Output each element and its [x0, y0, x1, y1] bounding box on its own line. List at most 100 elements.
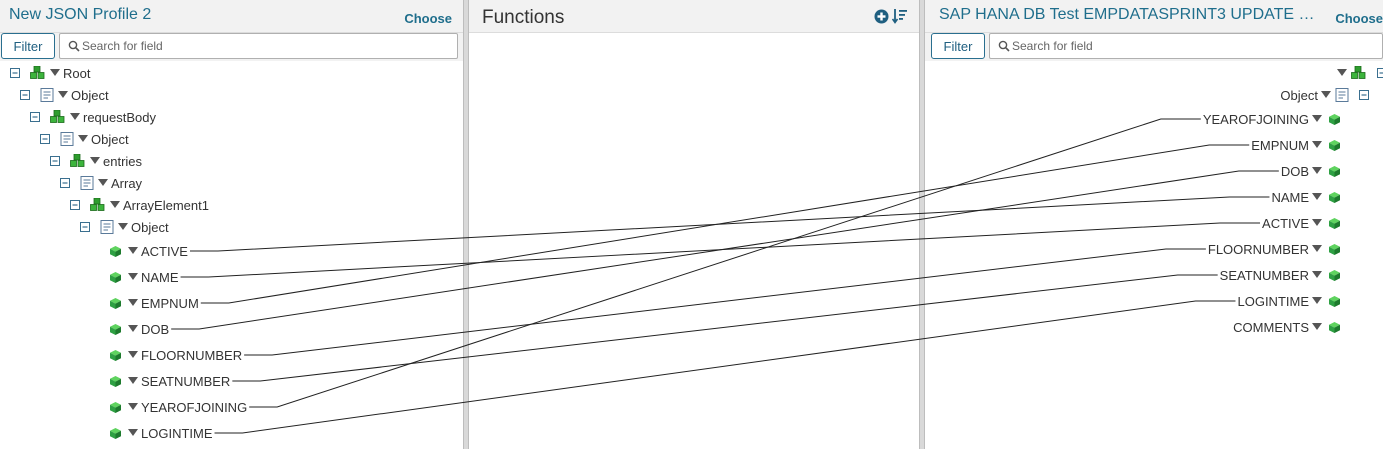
dropdown-arrow-icon[interactable] [70, 113, 80, 121]
destination-profile-panel: SAP HANA DB Test EMPDATASPRINT3 UPDATE R… [925, 0, 1383, 449]
group-icon [30, 66, 45, 79]
tree-node[interactable]: ArrayElement1 [70, 196, 209, 214]
source-field[interactable]: FLOORNUMBER [110, 346, 242, 364]
source-field[interactable]: SEATNUMBER [110, 372, 230, 390]
collapse-icon[interactable] [1377, 68, 1383, 78]
destination-field[interactable]: LOGINTIME [1237, 292, 1340, 310]
dropdown-arrow-icon[interactable] [1312, 323, 1322, 331]
collapse-icon[interactable] [10, 68, 20, 78]
collapse-icon[interactable] [80, 222, 90, 232]
destination-search-input[interactable] [1012, 36, 1372, 56]
node-label: ACTIVE [141, 243, 188, 259]
collapse-icon[interactable] [40, 134, 50, 144]
functions-header: Functions [469, 0, 919, 33]
destination-field[interactable]: EMPNUM [1251, 136, 1340, 154]
source-search-box[interactable] [59, 33, 458, 59]
group-icon [90, 198, 105, 211]
field-icon [1329, 113, 1340, 125]
tree-node[interactable]: Object [20, 86, 109, 104]
field-icon [1329, 165, 1340, 177]
functions-title: Functions [482, 7, 565, 28]
node-label: NAME [141, 269, 179, 285]
dropdown-arrow-icon[interactable] [90, 157, 100, 165]
collapse-icon[interactable] [50, 156, 60, 166]
dropdown-arrow-icon[interactable] [1312, 167, 1322, 175]
destination-field[interactable]: NAME [1271, 188, 1340, 206]
dropdown-arrow-icon[interactable] [1312, 115, 1322, 123]
destination-field[interactable]: FLOORNUMBER [1208, 240, 1340, 258]
node-label: entries [103, 153, 143, 169]
field-icon [110, 427, 121, 439]
dropdown-arrow-icon[interactable] [128, 325, 138, 333]
dropdown-arrow-icon[interactable] [1321, 91, 1331, 99]
tree-node[interactable]: Array [60, 174, 142, 192]
destination-field[interactable]: DOB [1281, 162, 1340, 180]
dropdown-arrow-icon[interactable] [1312, 219, 1322, 227]
tree-node[interactable]: Object [80, 218, 169, 236]
tree-node[interactable]: Object [40, 130, 129, 148]
dropdown-arrow-icon[interactable] [128, 273, 138, 281]
dropdown-arrow-icon[interactable] [1312, 271, 1322, 279]
field-icon [110, 271, 121, 283]
group-icon [50, 110, 65, 123]
tree-node[interactable]: Object [1280, 86, 1369, 104]
dropdown-arrow-icon[interactable] [1312, 193, 1322, 201]
node-label: YEAROFJOINING [1202, 111, 1309, 127]
dropdown-arrow-icon[interactable] [110, 201, 120, 209]
source-field[interactable]: LOGINTIME [110, 424, 213, 442]
destination-header: SAP HANA DB Test EMPDATASPRINT3 UPDATE R… [925, 0, 1383, 33]
destination-field[interactable]: YEAROFJOINING [1203, 110, 1340, 128]
tree-node[interactable]: requestBody [30, 108, 156, 126]
destination-choose-link[interactable]: Choose [1335, 11, 1383, 26]
collapse-icon[interactable] [20, 90, 30, 100]
destination-field[interactable]: SEATNUMBER [1220, 266, 1340, 284]
source-profile-panel: New JSON Profile 2 Choose Filter Root Obj… [0, 0, 463, 449]
sort-icon[interactable] [892, 8, 908, 24]
node-label: COMMENTS [1233, 319, 1309, 335]
dropdown-arrow-icon[interactable] [1337, 69, 1347, 77]
destination-field[interactable]: COMMENTS [1233, 318, 1340, 336]
source-field[interactable]: EMPNUM [110, 294, 199, 312]
destination-field[interactable]: ACTIVE [1262, 214, 1340, 232]
dropdown-arrow-icon[interactable] [58, 91, 68, 99]
tree-node[interactable]: Root [10, 64, 90, 82]
node-label: Object [131, 219, 169, 235]
source-field[interactable]: NAME [110, 268, 179, 286]
tree-node[interactable]: entries [50, 152, 142, 170]
destination-filter-button[interactable]: Filter [931, 33, 985, 59]
destination-root-node[interactable] [1337, 64, 1383, 82]
field-icon [1329, 217, 1340, 229]
dropdown-arrow-icon[interactable] [50, 69, 60, 77]
field-icon [1329, 321, 1340, 333]
node-label: Array [111, 175, 143, 191]
collapse-icon[interactable] [60, 178, 70, 188]
destination-profile-title: SAP HANA DB Test EMPDATASPRINT3 UPDATE R… [939, 6, 1324, 23]
source-filter-bar: Filter [0, 33, 463, 61]
node-label: ArrayElement1 [123, 197, 209, 213]
dropdown-arrow-icon[interactable] [118, 223, 128, 231]
source-choose-link[interactable]: Choose [404, 11, 452, 26]
dropdown-arrow-icon[interactable] [1312, 141, 1322, 149]
dropdown-arrow-icon[interactable] [128, 299, 138, 307]
destination-search-box[interactable] [989, 33, 1383, 59]
dropdown-arrow-icon[interactable] [78, 135, 88, 143]
collapse-icon[interactable] [30, 112, 40, 122]
dropdown-arrow-icon[interactable] [128, 351, 138, 359]
dropdown-arrow-icon[interactable] [128, 403, 138, 411]
source-field[interactable]: ACTIVE [110, 242, 188, 260]
collapse-icon[interactable] [70, 200, 80, 210]
source-search-input[interactable] [82, 36, 442, 56]
dropdown-arrow-icon[interactable] [128, 429, 138, 437]
collapse-icon[interactable] [1359, 90, 1369, 100]
dropdown-arrow-icon[interactable] [1312, 297, 1322, 305]
dropdown-arrow-icon[interactable] [98, 179, 108, 187]
object-icon [60, 132, 74, 146]
dropdown-arrow-icon[interactable] [128, 377, 138, 385]
source-field[interactable]: DOB [110, 320, 169, 338]
add-function-icon[interactable] [874, 9, 889, 24]
dropdown-arrow-icon[interactable] [128, 247, 138, 255]
dropdown-arrow-icon[interactable] [1312, 245, 1322, 253]
source-header: New JSON Profile 2 Choose [0, 0, 463, 33]
source-field[interactable]: YEAROFJOINING [110, 398, 247, 416]
source-filter-button[interactable]: Filter [1, 33, 55, 59]
